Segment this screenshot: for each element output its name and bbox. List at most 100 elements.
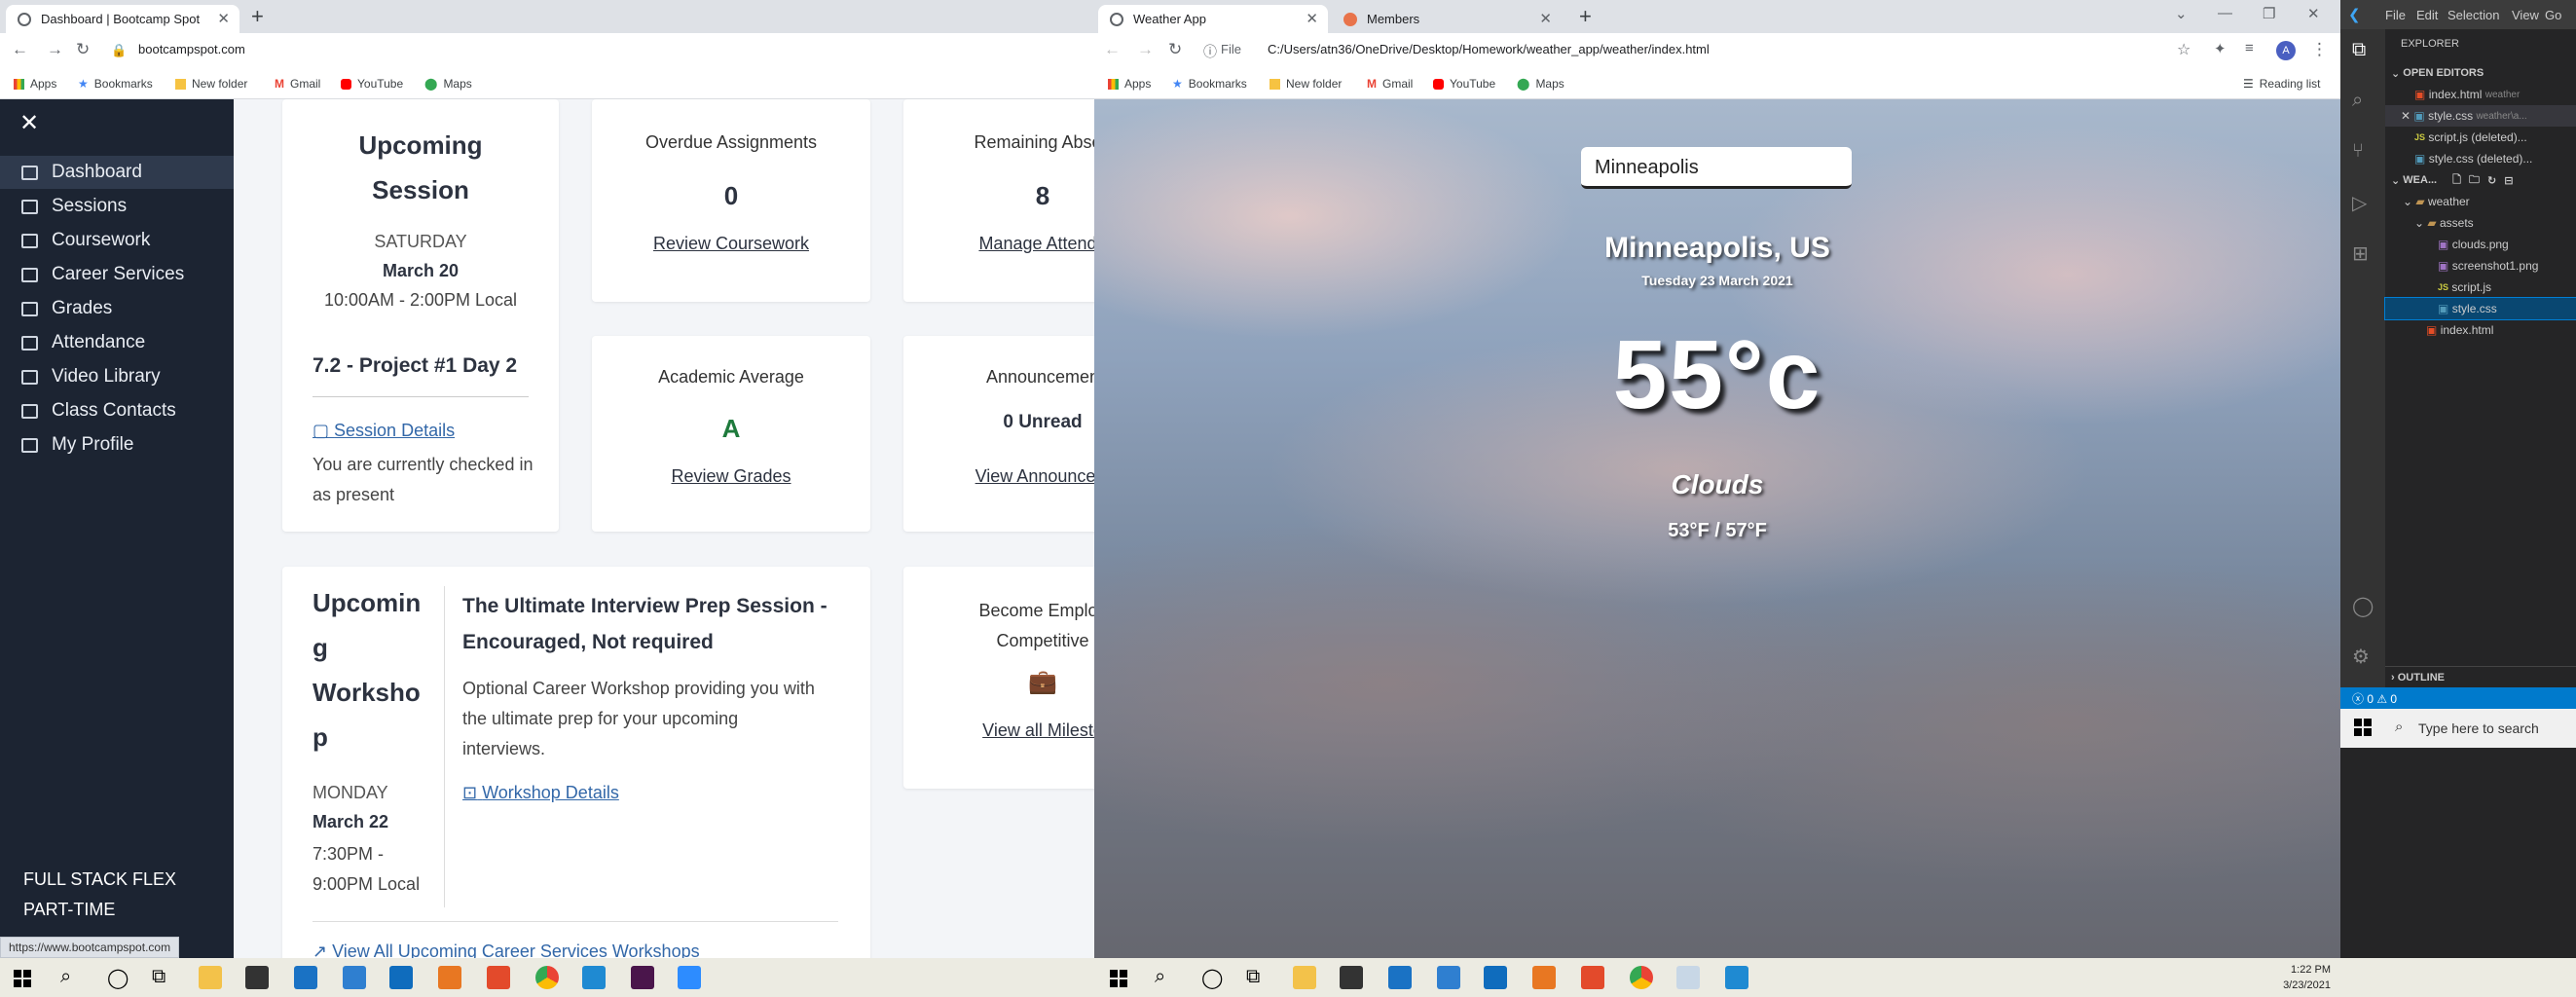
open-editor-item[interactable]: ✕ ▣ style.css weather\a... xyxy=(2385,105,2576,127)
outlook-icon[interactable] xyxy=(389,966,413,989)
chrome-icon[interactable] xyxy=(1630,966,1653,989)
settings-gear-icon[interactable]: ⚙ xyxy=(2352,645,2370,669)
open-editor-item[interactable]: JS script.js (deleted)... xyxy=(2385,127,2576,148)
sidebar-item-class-contacts[interactable]: Class Contacts xyxy=(0,394,234,427)
run-debug-icon[interactable]: ▷ xyxy=(2352,191,2367,215)
tree-file[interactable]: ▣ screenshot1.png xyxy=(2385,255,2576,277)
bookmark-new-folder[interactable]: New folder xyxy=(1270,77,1342,91)
forward-icon[interactable]: → xyxy=(1137,40,1154,59)
task-view-icon[interactable]: ⧉ xyxy=(1246,966,1260,988)
windows-start-icon[interactable] xyxy=(14,970,31,987)
sidebar-item-attendance[interactable]: Attendance xyxy=(0,326,234,359)
cortana-icon[interactable]: ◯ xyxy=(107,966,129,990)
search-icon[interactable]: ⌕ xyxy=(60,966,71,988)
bookmark-youtube[interactable]: YouTube xyxy=(341,77,403,91)
account-icon[interactable]: ◯ xyxy=(2352,594,2374,618)
avatar[interactable]: A xyxy=(2276,41,2296,60)
bookmark-youtube[interactable]: YouTube xyxy=(1433,77,1495,91)
tree-file[interactable]: JS script.js xyxy=(2385,277,2576,298)
new-tab-icon[interactable]: + xyxy=(251,4,264,29)
cortana-icon[interactable]: ◯ xyxy=(1201,966,1223,990)
tree-file-selected[interactable]: ▣ style.css xyxy=(2384,297,2576,320)
url-input[interactable]: C:/Users/atn36/OneDrive/Desktop/Homework… xyxy=(1268,42,1710,56)
tab-search-icon[interactable]: ⌄ xyxy=(2175,5,2188,22)
file-explorer-icon[interactable] xyxy=(1293,966,1316,989)
tree-file[interactable]: ▣ clouds.png xyxy=(2385,234,2576,255)
tab-weather-app[interactable]: Weather App ✕ xyxy=(1098,5,1328,33)
reload-icon[interactable]: ↻ xyxy=(1168,40,1182,59)
review-coursework-link[interactable]: Review Coursework xyxy=(592,234,870,254)
vscode-statusbar[interactable]: ⓧ 0 ⚠ 0 xyxy=(2340,687,2576,709)
reading-list[interactable]: ☰ Reading list xyxy=(2243,77,2320,91)
sidebar-item-dashboard[interactable]: Dashboard xyxy=(0,156,234,189)
vscode-taskbar-icon[interactable] xyxy=(582,966,606,989)
app-l-icon[interactable] xyxy=(1437,966,1460,989)
zoom-icon[interactable] xyxy=(678,966,701,989)
manage-attendance-link[interactable]: Manage Attenda xyxy=(903,234,1094,254)
paint-icon[interactable] xyxy=(1676,966,1700,989)
menu-selection[interactable]: Selection xyxy=(2447,8,2499,22)
tree-folder-weather[interactable]: ⌄ ▰ weather xyxy=(2385,191,2576,212)
store-icon[interactable] xyxy=(1340,966,1363,989)
windows-start-icon[interactable] xyxy=(2354,719,2372,736)
close-tab-icon[interactable]: ✕ xyxy=(1539,10,1552,27)
outline-header[interactable]: › OUTLINE xyxy=(2385,666,2576,687)
close-tab-icon[interactable]: ✕ xyxy=(1306,10,1318,27)
restore-icon[interactable]: ❐ xyxy=(2263,5,2275,22)
slack-icon[interactable] xyxy=(631,966,654,989)
session-details-link[interactable]: ▢ Session Details xyxy=(313,421,455,441)
forward-icon[interactable]: → xyxy=(47,40,63,59)
back-icon[interactable]: ← xyxy=(12,40,28,59)
vlc-icon[interactable] xyxy=(1532,966,1556,989)
open-editors-header[interactable]: ⌄ OPEN EDITORS xyxy=(2385,62,2576,84)
bookmark-gmail[interactable]: M Gmail xyxy=(275,77,320,91)
url-input[interactable]: bootcampspot.com xyxy=(138,42,245,56)
view-all-workshops-link[interactable]: ↗ View All Upcoming Career Services Work… xyxy=(313,942,700,958)
sidebar-item-video-library[interactable]: Video Library xyxy=(0,360,234,393)
close-window-icon[interactable]: ✕ xyxy=(2307,5,2320,22)
extensions-icon[interactable]: ⊞ xyxy=(2352,241,2369,266)
menu-icon[interactable]: ⋮ xyxy=(2311,40,2328,59)
source-control-icon[interactable]: ⑂ xyxy=(2352,140,2364,163)
open-editor-item[interactable]: ▣ style.css (deleted)... xyxy=(2385,148,2576,169)
bookmark-maps[interactable]: ⬤ Maps xyxy=(424,77,472,91)
open-editor-item[interactable]: ▣ index.html weather xyxy=(2385,84,2576,105)
star-icon[interactable]: ☆ xyxy=(2177,40,2190,59)
sidebar-item-grades[interactable]: Grades xyxy=(0,292,234,325)
taskbar-search-input[interactable]: Type here to search xyxy=(2418,720,2539,736)
review-grades-link[interactable]: Review Grades xyxy=(592,466,870,487)
workspace-header[interactable]: ⌄ WEA... 🗋 🗀 ↻ ⊟ xyxy=(2385,169,2576,191)
bookmark-bookmarks[interactable]: ★ Bookmarks xyxy=(1172,77,1247,91)
tab-members[interactable]: Members ✕ xyxy=(1332,5,1562,33)
clock[interactable]: 1:22 PM 3/23/2021 xyxy=(2272,962,2331,993)
office-icon[interactable] xyxy=(1581,966,1604,989)
back-icon[interactable]: ← xyxy=(1104,40,1121,59)
store-icon[interactable] xyxy=(245,966,269,989)
refresh-icon[interactable]: ↻ xyxy=(2487,174,2496,187)
sidebar-item-my-profile[interactable]: My Profile xyxy=(0,428,234,462)
mail-icon[interactable] xyxy=(1388,966,1412,989)
sidebar-item-sessions[interactable]: Sessions xyxy=(0,190,234,223)
bookmark-bookmarks[interactable]: ★ Bookmarks xyxy=(78,77,153,91)
vlc-icon[interactable] xyxy=(438,966,461,989)
view-announcements-link[interactable]: View Announcem xyxy=(903,466,1094,487)
windows-start-icon[interactable] xyxy=(1110,970,1127,987)
menu-view[interactable]: View xyxy=(2512,8,2539,22)
tree-file[interactable]: ▣ index.html xyxy=(2385,319,2576,341)
menu-go[interactable]: Go xyxy=(2545,8,2561,22)
new-tab-icon[interactable]: + xyxy=(1579,4,1592,29)
bookmark-gmail[interactable]: M Gmail xyxy=(1367,77,1413,91)
collapse-icon[interactable]: ⊟ xyxy=(2504,174,2513,187)
vscode-taskbar-icon[interactable] xyxy=(1725,966,1748,989)
tree-folder-assets[interactable]: ⌄ ▰ assets xyxy=(2385,212,2576,234)
search-icon[interactable]: ⌕ xyxy=(1155,966,1165,988)
close-menu-icon[interactable]: ✕ xyxy=(19,109,39,137)
tab-bootcamp[interactable]: Dashboard | Bootcamp Spot ✕ xyxy=(6,5,239,33)
reload-icon[interactable]: ↻ xyxy=(76,40,90,59)
bookmark-apps[interactable]: Apps xyxy=(1108,77,1151,91)
close-tab-icon[interactable]: ✕ xyxy=(217,10,230,27)
bookmark-maps[interactable]: ⬤ Maps xyxy=(1517,77,1564,91)
file-explorer-icon[interactable] xyxy=(199,966,222,989)
chrome-icon[interactable] xyxy=(535,966,559,989)
workshop-details-link[interactable]: ⊡ Workshop Details xyxy=(462,783,619,803)
